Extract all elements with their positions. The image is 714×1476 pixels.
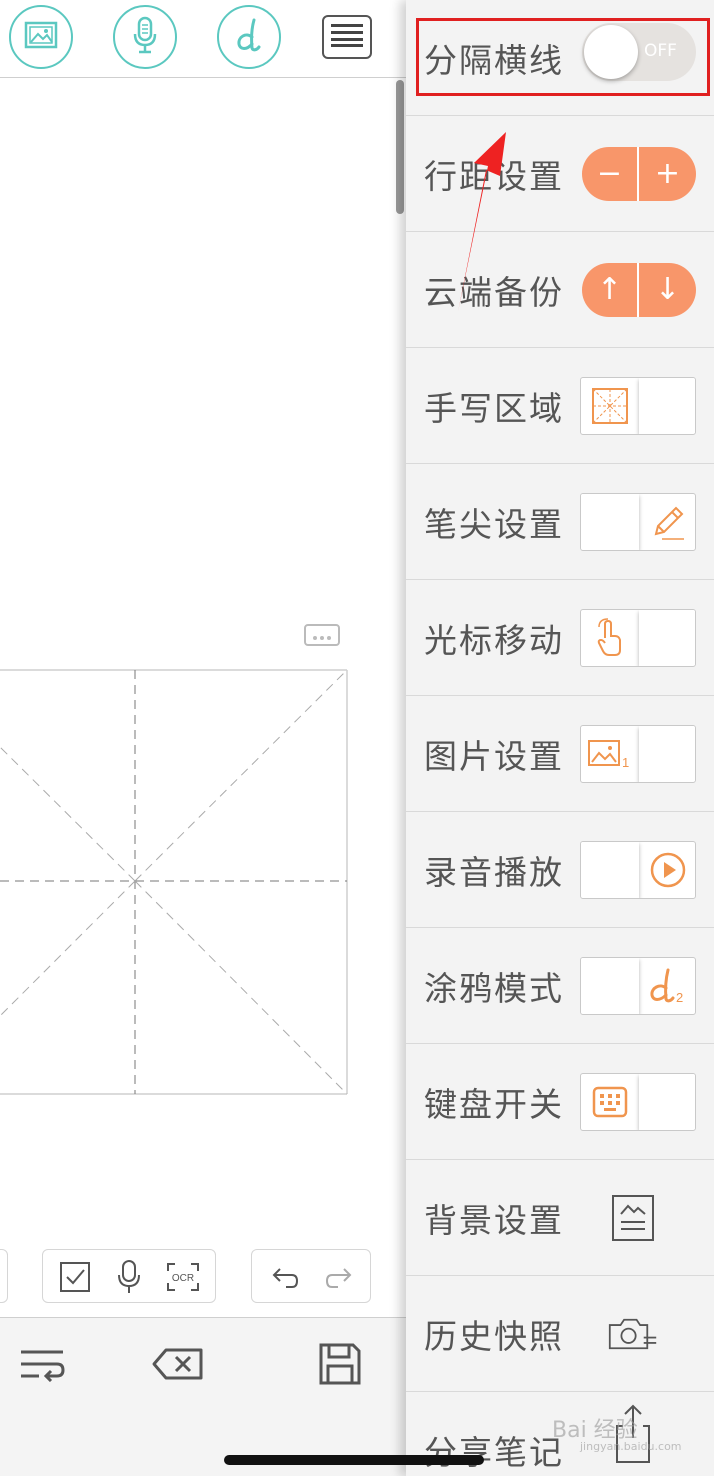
handwriting-grid[interactable]: [0, 669, 348, 1095]
setting-background[interactable]: 背景设置: [406, 1160, 714, 1276]
undo-redo-group: [251, 1249, 371, 1303]
image-1-icon: 1: [581, 726, 639, 782]
handwriting-area-switch[interactable]: [580, 376, 696, 435]
insert-tools-group: OCR: [42, 1249, 216, 1303]
settings-panel: 分隔横线 OFF 行距设置 − + 云端备份 ↑ ↓ 手写区域 笔尖设置 光标移…: [406, 0, 714, 1476]
voice-record-button[interactable]: [113, 5, 177, 69]
insert-image-button[interactable]: [9, 5, 73, 69]
setting-label: 手写区域: [424, 388, 564, 428]
setting-keyboard: 键盘开关: [406, 1044, 714, 1160]
undo-button[interactable]: [266, 1259, 302, 1295]
line-spacing-stepper: − +: [582, 146, 696, 201]
setting-handwriting-area: 手写区域: [406, 348, 714, 464]
doodle-badge: 2: [676, 990, 683, 1005]
doodle-d-icon: [234, 17, 264, 57]
play-circle-icon: [639, 842, 695, 898]
ellipsis-icon: [311, 626, 333, 645]
redo-button[interactable]: [322, 1259, 358, 1295]
highlight-box: [416, 18, 710, 96]
save-disk-icon: [318, 1342, 362, 1390]
microphone-icon[interactable]: [111, 1259, 147, 1295]
scrollbar[interactable]: [396, 80, 404, 214]
home-indicator[interactable]: [224, 1455, 484, 1465]
doodle-mode-button[interactable]: [217, 5, 281, 69]
setting-label: 键盘开关: [424, 1084, 564, 1124]
setting-cloud-backup: 云端备份 ↑ ↓: [406, 232, 714, 348]
setting-label: 行距设置: [424, 156, 564, 196]
keyboard-switch[interactable]: [580, 1072, 696, 1131]
increase-spacing-button[interactable]: +: [639, 147, 696, 201]
menu-lines-icon: [330, 22, 364, 52]
grid-icon: [581, 378, 639, 434]
cloud-backup-buttons: ↑ ↓: [582, 262, 696, 317]
switch-knob: [581, 957, 639, 1014]
upload-button[interactable]: ↑: [582, 262, 639, 317]
switch-knob: [639, 609, 695, 666]
note-editor: OCR: [0, 0, 406, 1476]
line-break-button[interactable]: [16, 1340, 68, 1392]
setting-image: 图片设置 1: [406, 696, 714, 812]
image-settings-switch[interactable]: 1: [580, 724, 696, 783]
watermark-url: jingyan.baidu.com: [580, 1440, 682, 1453]
setting-label: 录音播放: [424, 852, 564, 892]
wrap-lines-icon: [19, 1346, 65, 1386]
ocr-label: OCR: [172, 1273, 194, 1284]
doodle-mode-switch[interactable]: 2: [580, 956, 696, 1015]
backspace-button[interactable]: [152, 1340, 204, 1392]
switch-knob: [581, 841, 639, 898]
settings-menu-button[interactable]: [322, 15, 372, 59]
backspace-icon: [152, 1347, 204, 1385]
camera-snapshot-icon: [608, 1308, 658, 1360]
setting-label: 涂鸦模式: [424, 968, 564, 1008]
setting-label: 笔尖设置: [424, 504, 564, 544]
recording-switch[interactable]: [580, 840, 696, 899]
more-options-button[interactable]: [304, 624, 340, 646]
setting-label: 光标移动: [424, 620, 564, 660]
toolbar-divider: [0, 77, 406, 78]
pencil-icon: [639, 494, 695, 550]
image-badge: 1: [622, 755, 629, 770]
ocr-button[interactable]: OCR: [165, 1259, 201, 1295]
setting-label: 云端备份: [424, 272, 564, 312]
download-button[interactable]: ↓: [639, 263, 696, 317]
tool-group-partial: [0, 1249, 8, 1303]
cursor-move-switch[interactable]: [580, 608, 696, 667]
setting-doodle: 涂鸦模式 2: [406, 928, 714, 1044]
microphone-icon: [132, 16, 158, 58]
doodle-2-icon: 2: [639, 958, 695, 1014]
keyboard-icon: [581, 1074, 639, 1130]
setting-pen-tip: 笔尖设置: [406, 464, 714, 580]
checkbox-icon[interactable]: [57, 1259, 93, 1295]
background-page-icon: [608, 1192, 658, 1244]
setting-history[interactable]: 历史快照: [406, 1276, 714, 1392]
switch-knob: [581, 493, 639, 550]
setting-label: 历史快照: [424, 1316, 564, 1356]
save-button[interactable]: [314, 1340, 366, 1392]
switch-knob: [639, 1073, 695, 1130]
switch-knob: [639, 725, 695, 782]
switch-knob: [639, 377, 695, 434]
decrease-spacing-button[interactable]: −: [582, 146, 639, 201]
setting-label: 背景设置: [424, 1200, 564, 1240]
setting-label: 图片设置: [424, 736, 564, 776]
setting-label: 分享笔记: [424, 1433, 564, 1472]
setting-recording: 录音播放: [406, 812, 714, 928]
setting-cursor-move: 光标移动: [406, 580, 714, 696]
setting-line-spacing: 行距设置 − +: [406, 116, 714, 232]
touch-hand-icon: [581, 610, 639, 666]
pen-tip-switch[interactable]: [580, 492, 696, 551]
image-icon: [24, 21, 58, 53]
